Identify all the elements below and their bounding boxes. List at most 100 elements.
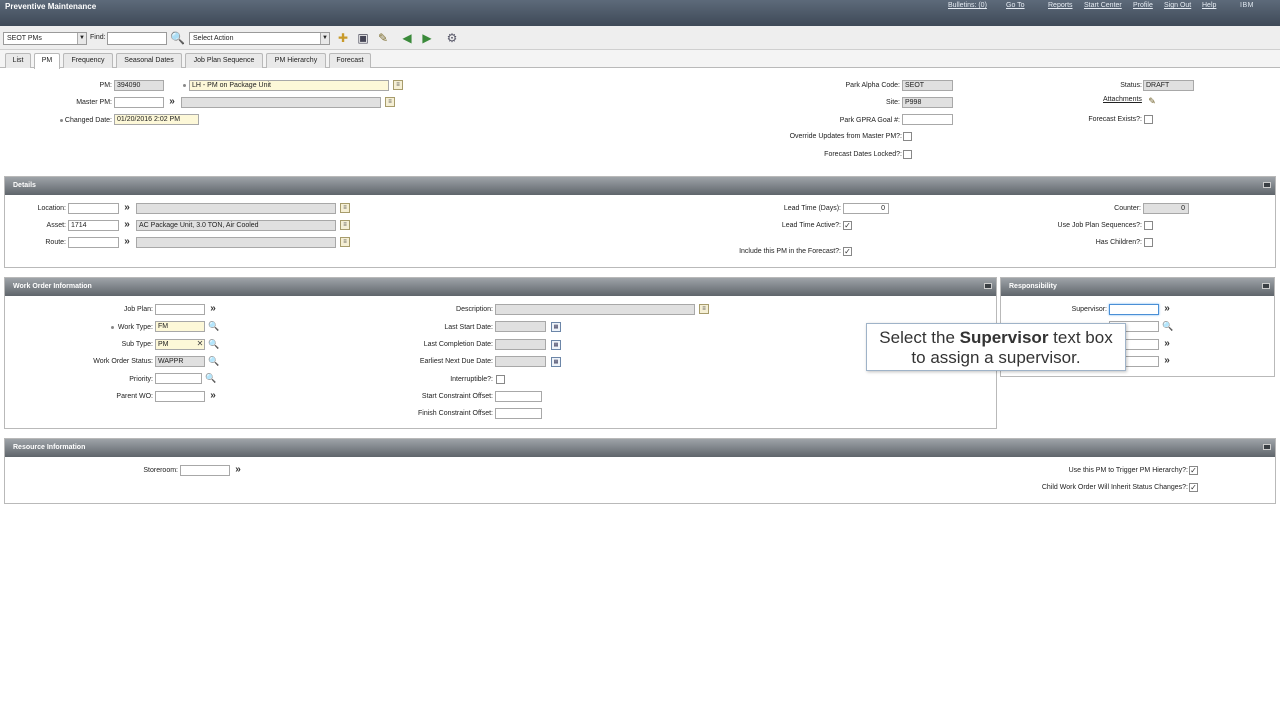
detail-menu-icon[interactable]: » bbox=[1162, 356, 1172, 366]
tab-frequency[interactable]: Frequency bbox=[63, 53, 113, 68]
lead-time-field[interactable]: 0 bbox=[843, 203, 889, 214]
work-type-field[interactable]: FM bbox=[155, 321, 205, 332]
calendar-icon[interactable]: ▦ bbox=[551, 322, 561, 332]
menu-help[interactable]: Help bbox=[1202, 2, 1216, 9]
inherit-status-changes-checkbox[interactable]: ✓ bbox=[1189, 483, 1198, 492]
attachments-link[interactable]: Attachments bbox=[1103, 96, 1142, 103]
pm-field[interactable]: 394090 bbox=[114, 80, 164, 91]
detail-menu-icon[interactable]: » bbox=[1162, 339, 1172, 349]
collapse-icon[interactable] bbox=[1263, 444, 1271, 450]
last-start-date-field[interactable] bbox=[495, 321, 546, 332]
long-description-icon[interactable]: ≡ bbox=[340, 203, 350, 213]
tab-pm[interactable]: PM bbox=[34, 53, 60, 69]
tab-pm-hierarchy[interactable]: PM Hierarchy bbox=[266, 53, 326, 68]
detail-menu-icon[interactable]: » bbox=[233, 465, 243, 475]
detail-menu-icon[interactable]: » bbox=[208, 304, 218, 314]
last-completion-date-field[interactable] bbox=[495, 339, 546, 350]
job-plan-field[interactable] bbox=[155, 304, 205, 315]
query-select[interactable]: SEOT PMs ▼ bbox=[3, 32, 87, 45]
find-input[interactable] bbox=[107, 32, 167, 45]
search-icon[interactable]: 🔍 bbox=[208, 356, 219, 366]
long-description-icon[interactable]: ≡ bbox=[393, 80, 403, 90]
tab-forecast[interactable]: Forecast bbox=[329, 53, 371, 68]
action-select[interactable]: Select Action ▼ bbox=[189, 32, 330, 45]
tab-list[interactable]: List bbox=[5, 53, 31, 68]
lead-time-active-checkbox[interactable]: ✓ bbox=[843, 221, 852, 230]
asset-description-field[interactable]: AC Package Unit, 3.0 TON, Air Cooled bbox=[136, 220, 336, 231]
chevron-down-icon[interactable]: ▼ bbox=[77, 33, 86, 44]
long-description-icon[interactable]: ≡ bbox=[340, 237, 350, 247]
location-description-field[interactable] bbox=[136, 203, 336, 214]
site-field[interactable]: P998 bbox=[902, 97, 953, 108]
workflow-icon[interactable]: ⚙ bbox=[445, 31, 459, 45]
calendar-icon[interactable]: ▦ bbox=[551, 357, 561, 367]
priority-field[interactable] bbox=[155, 373, 202, 384]
search-icon[interactable]: 🔍 bbox=[208, 339, 219, 349]
work-type-label: Work Type: bbox=[117, 324, 153, 331]
search-icon[interactable]: 🔍 bbox=[208, 321, 219, 331]
forecast-dates-locked-checkbox[interactable] bbox=[903, 150, 912, 159]
attachments-icon[interactable]: ✎ bbox=[1147, 96, 1157, 106]
calendar-icon[interactable]: ▦ bbox=[551, 340, 561, 350]
new-record-icon[interactable]: ✚ bbox=[336, 31, 350, 45]
search-icon[interactable]: 🔍 bbox=[1162, 321, 1173, 331]
master-pm-field[interactable] bbox=[114, 97, 164, 108]
trigger-pm-hierarchy-checkbox[interactable]: ✓ bbox=[1189, 466, 1198, 475]
start-constraint-offset-field[interactable] bbox=[495, 391, 542, 402]
tab-job-plan-sequence[interactable]: Job Plan Sequence bbox=[185, 53, 263, 68]
long-description-icon[interactable]: ≡ bbox=[340, 220, 350, 230]
description-field[interactable] bbox=[495, 304, 695, 315]
work-order-status-field[interactable]: WAPPR bbox=[155, 356, 205, 367]
park-gpra-goal-field[interactable] bbox=[902, 114, 953, 125]
edit-icon[interactable]: ✎ bbox=[376, 31, 390, 45]
counter-field[interactable]: 0 bbox=[1143, 203, 1189, 214]
finish-constraint-offset-field[interactable] bbox=[495, 408, 542, 419]
previous-record-icon[interactable]: ◀ bbox=[400, 31, 414, 45]
forecast-exists-checkbox[interactable] bbox=[1144, 115, 1153, 124]
tab-seasonal-dates[interactable]: Seasonal Dates bbox=[116, 53, 182, 68]
long-description-icon[interactable]: ≡ bbox=[699, 304, 709, 314]
supervisor-input[interactable] bbox=[1109, 304, 1159, 315]
storeroom-field[interactable] bbox=[180, 465, 230, 476]
long-description-icon[interactable]: ≡ bbox=[385, 97, 395, 107]
next-record-icon[interactable]: ▶ bbox=[420, 31, 434, 45]
menu-start-center[interactable]: Start Center bbox=[1084, 2, 1122, 9]
search-icon[interactable]: 🔍 bbox=[205, 373, 216, 383]
pm-description-field[interactable]: LH - PM on Package Unit bbox=[189, 80, 389, 91]
include-in-forecast-checkbox[interactable]: ✓ bbox=[843, 247, 852, 256]
detail-menu-icon[interactable]: » bbox=[1162, 304, 1172, 314]
detail-menu-icon[interactable]: » bbox=[208, 391, 218, 401]
park-alpha-code-field[interactable]: SEOT bbox=[902, 80, 953, 91]
forecast-dates-locked-label: Forecast Dates Locked?: bbox=[824, 151, 902, 158]
interruptible-label: Interruptible?: bbox=[450, 376, 493, 383]
save-icon[interactable]: ▣ bbox=[356, 31, 370, 45]
menu-reports[interactable]: Reports bbox=[1048, 2, 1073, 9]
asset-field[interactable]: 1714 bbox=[68, 220, 119, 231]
has-children-checkbox[interactable] bbox=[1144, 238, 1153, 247]
detail-menu-icon[interactable]: » bbox=[122, 220, 132, 230]
changed-date-field[interactable]: 01/20/2016 2:02 PM bbox=[114, 114, 199, 125]
detail-menu-icon[interactable]: » bbox=[122, 203, 132, 213]
status-field[interactable]: DRAFT bbox=[1143, 80, 1194, 91]
menu-bulletins[interactable]: Bulletins: (0) bbox=[948, 2, 987, 9]
parent-wo-field[interactable] bbox=[155, 391, 205, 402]
collapse-icon[interactable] bbox=[1262, 283, 1270, 289]
earliest-next-due-date-field[interactable] bbox=[495, 356, 546, 367]
menu-goto[interactable]: Go To bbox=[1006, 2, 1025, 9]
use-job-plan-sequences-checkbox[interactable] bbox=[1144, 221, 1153, 230]
route-description-field[interactable] bbox=[136, 237, 336, 248]
search-icon[interactable]: 🔍 bbox=[170, 31, 185, 45]
menu-profile[interactable]: Profile bbox=[1133, 2, 1153, 9]
location-field[interactable] bbox=[68, 203, 119, 214]
chevron-down-icon[interactable]: ▼ bbox=[320, 33, 329, 44]
master-pm-description-field[interactable] bbox=[181, 97, 381, 108]
detail-menu-icon[interactable]: » bbox=[122, 237, 132, 247]
collapse-icon[interactable] bbox=[1263, 182, 1271, 188]
detail-menu-icon[interactable]: » bbox=[167, 97, 177, 107]
interruptible-checkbox[interactable] bbox=[496, 375, 505, 384]
collapse-icon[interactable] bbox=[984, 283, 992, 289]
menu-sign-out[interactable]: Sign Out bbox=[1164, 2, 1191, 9]
override-updates-checkbox[interactable] bbox=[903, 132, 912, 141]
route-field[interactable] bbox=[68, 237, 119, 248]
clear-icon[interactable]: ✕ bbox=[195, 339, 205, 349]
